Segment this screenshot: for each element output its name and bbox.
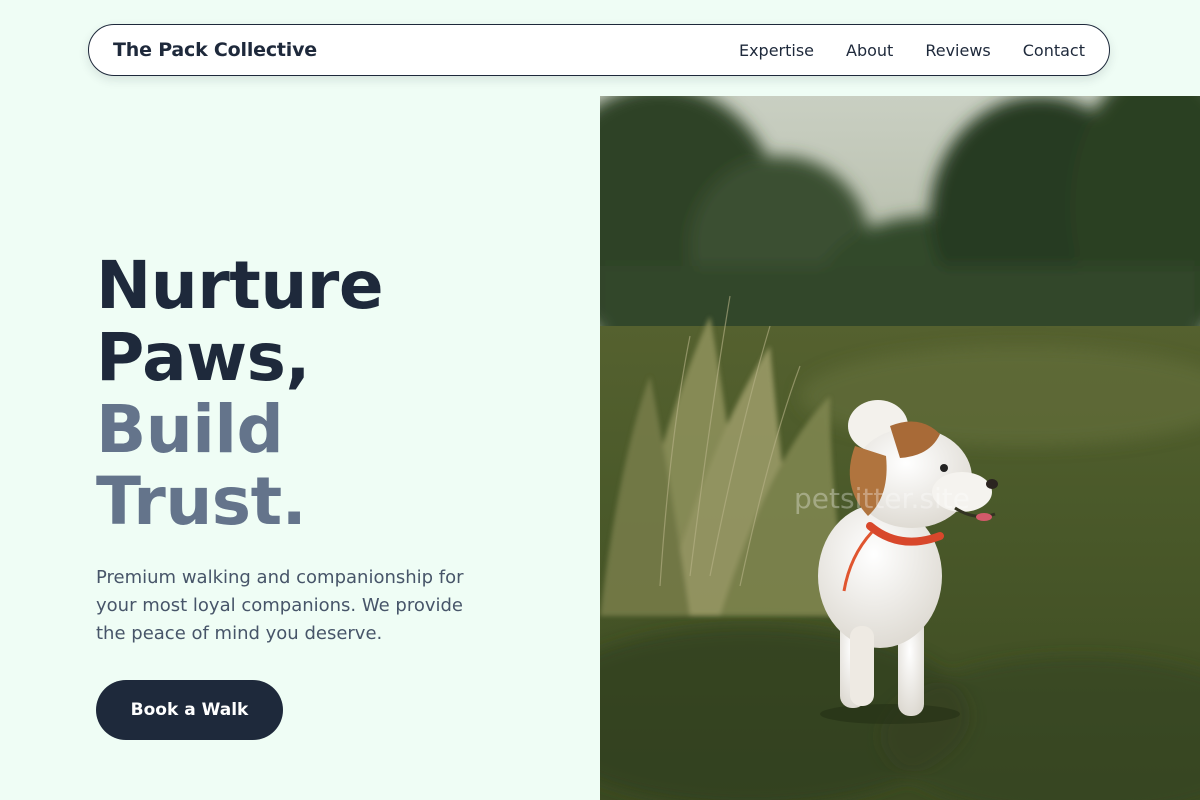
dog-in-field-illustration <box>600 96 1200 800</box>
hero-title-line-4: Trust. <box>96 463 307 540</box>
nav-link-contact[interactable]: Contact <box>1023 41 1085 60</box>
hero-title-line-1: Nurture <box>96 247 384 324</box>
hero-title-line-2: Paws, <box>96 319 310 396</box>
landing-page: The Pack Collective Expertise About Revi… <box>0 0 1200 800</box>
book-a-walk-button[interactable]: Book a Walk <box>96 680 283 740</box>
hero-subtitle: Premium walking and companionship for yo… <box>96 567 464 644</box>
nav-link-reviews[interactable]: Reviews <box>925 41 990 60</box>
brand-logo-text[interactable]: The Pack Collective <box>113 39 317 61</box>
nav-links: Expertise About Reviews Contact <box>739 41 1085 60</box>
top-navbar: The Pack Collective Expertise About Revi… <box>88 24 1110 76</box>
nav-link-expertise[interactable]: Expertise <box>739 41 814 60</box>
hero-dog-photo <box>600 96 1200 800</box>
hero-title: Nurture Paws, Build Trust. <box>96 247 384 540</box>
nav-link-about[interactable]: About <box>846 41 893 60</box>
hero-title-line-3: Build <box>96 391 284 468</box>
